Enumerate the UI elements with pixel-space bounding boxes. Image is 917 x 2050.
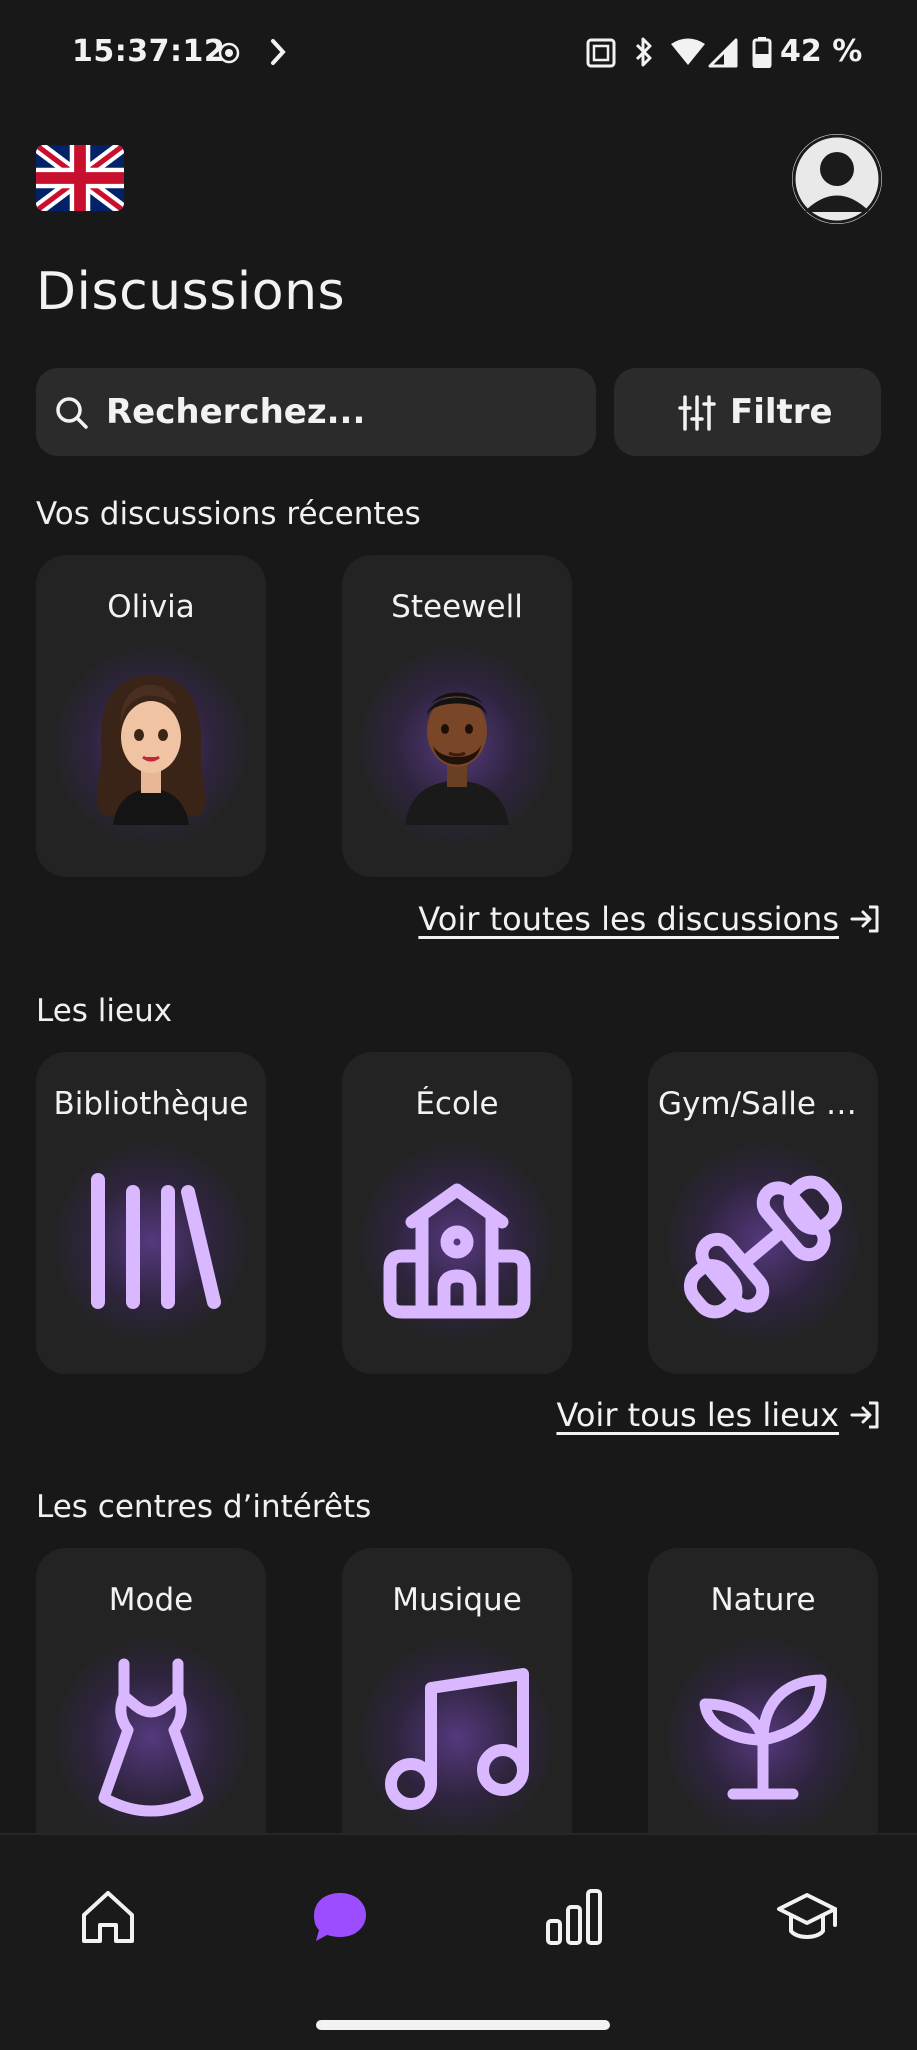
steewell-avatar: [405, 692, 509, 825]
discussion-card-olivia[interactable]: Olivia: [36, 555, 266, 877]
search-placeholder: Recherchez...: [106, 392, 366, 432]
library-icon: [91, 1173, 221, 1309]
sprout-icon: [699, 1674, 827, 1800]
see-all-discussions-label: Voir toutes les discussions: [418, 900, 839, 938]
card-label: Gym/Salle d...: [658, 1086, 876, 1122]
chevron-right-icon: [271, 39, 286, 65]
stats-icon[interactable]: [542, 1885, 606, 1949]
place-card-ecole[interactable]: École: [342, 1052, 572, 1374]
card-label: École: [415, 1086, 499, 1122]
filter-button[interactable]: Filtre: [614, 368, 881, 456]
card-label: Olivia: [107, 589, 195, 625]
learning-icon[interactable]: [775, 1885, 839, 1949]
music-icon: [385, 1668, 529, 1810]
page-title: Discussions: [36, 262, 346, 322]
place-card-bibliotheque[interactable]: Bibliothèque: [36, 1052, 266, 1374]
battery-percentage: 42 %: [780, 34, 863, 69]
see-all-places-link[interactable]: Voir tous les lieux: [556, 1396, 881, 1434]
see-all-discussions-link[interactable]: Voir toutes les discussions: [418, 900, 881, 938]
arrow-enter-icon: [850, 1401, 879, 1429]
wifi-icon: [671, 38, 705, 65]
status-time: 15:37:12: [72, 34, 226, 69]
arrow-enter-icon: [850, 905, 879, 933]
uk-flag-icon[interactable]: [36, 145, 124, 211]
profile-avatar-icon[interactable]: [792, 134, 882, 224]
interest-card-mode[interactable]: Mode: [36, 1548, 266, 1870]
record-icon: [218, 42, 240, 64]
see-all-places-label: Voir tous les lieux: [556, 1396, 839, 1434]
bottom-navigation: [0, 1833, 917, 2050]
dumbbell-icon: [683, 1175, 843, 1319]
battery-icon: [752, 37, 772, 68]
card-label: Musique: [392, 1582, 522, 1618]
filter-label: Filtre: [730, 392, 833, 432]
search-input[interactable]: Recherchez...: [36, 368, 596, 456]
sliders-icon: [678, 395, 716, 431]
search-icon: [56, 397, 88, 429]
interest-card-nature[interactable]: Nature: [648, 1548, 878, 1870]
chat-icon[interactable]: [308, 1885, 372, 1949]
signal-icon: [708, 38, 738, 68]
bluetooth-icon: [635, 37, 652, 67]
place-card-gym[interactable]: Gym/Salle d...: [648, 1052, 878, 1374]
places-section-title: Les lieux: [36, 993, 173, 1029]
status-bar: 15:37:12 42 %: [0, 0, 917, 106]
recent-section-title: Vos discussions récentes: [36, 496, 421, 532]
dress-icon: [98, 1658, 204, 1817]
interests-section-title: Les centres d’intérêts: [36, 1489, 372, 1525]
card-label: Steewell: [391, 589, 523, 625]
home-indicator[interactable]: [316, 2020, 610, 2030]
card-label: Nature: [710, 1582, 816, 1618]
card-label: Bibliothèque: [53, 1086, 249, 1122]
olivia-avatar: [96, 675, 206, 825]
school-icon: [383, 1183, 531, 1319]
card-label: Mode: [108, 1582, 194, 1618]
nfc-icon: [586, 38, 616, 68]
discussion-card-steewell[interactable]: Steewell: [342, 555, 572, 877]
interest-card-musique[interactable]: Musique: [342, 1548, 572, 1870]
home-icon[interactable]: [76, 1885, 140, 1949]
